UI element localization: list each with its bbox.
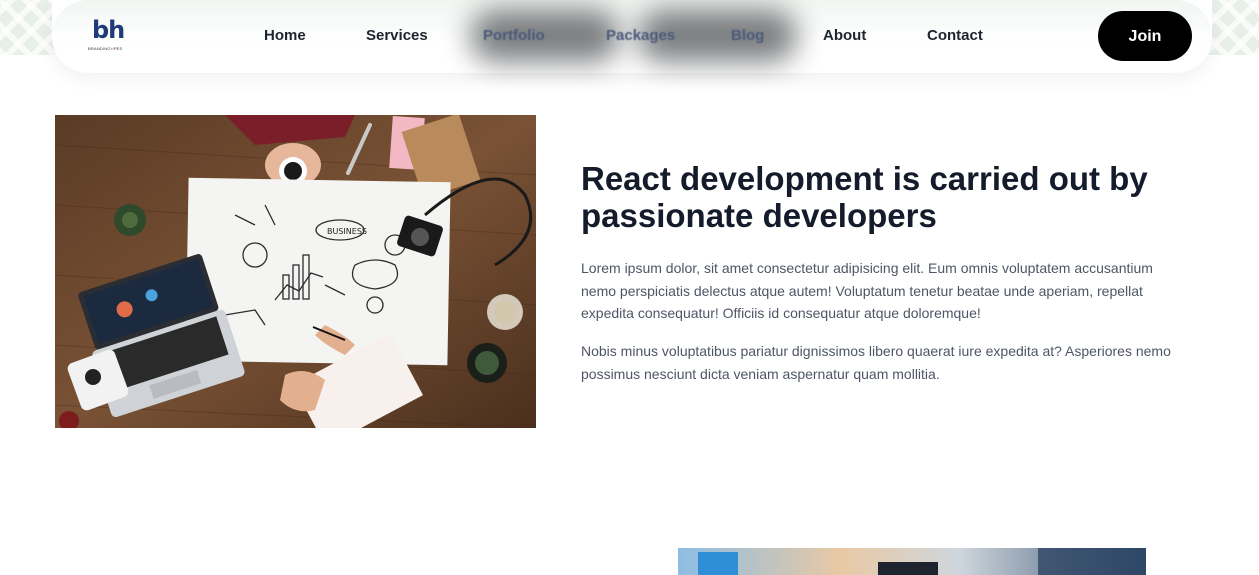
nav-link-home[interactable]: Home [264, 26, 306, 46]
hero-headline: React development is carried out by pass… [581, 160, 1148, 234]
logo-mark: bh [92, 16, 125, 44]
desk-illustration: BUSINESS [55, 115, 536, 428]
join-button[interactable]: Join [1098, 11, 1192, 61]
logo-subtitle: BRANDINGHPES [88, 46, 123, 51]
nav-link-portfolio[interactable]: Portfolio [483, 26, 545, 46]
hero-paragraph-2: Nobis minus voluptatibus pariatur dignis… [581, 343, 1171, 382]
hero-image: BUSINESS [55, 115, 536, 428]
second-image-art [698, 548, 1146, 575]
nav-link-services[interactable]: Services [366, 26, 428, 46]
page: bh BRANDINGHPES Home Services Portfolio … [0, 0, 1259, 575]
second-section-image [678, 548, 1146, 575]
nav-link-packages[interactable]: Packages [606, 26, 675, 46]
nav-link-blog[interactable]: Blog [731, 26, 764, 46]
nav-link-about[interactable]: About [823, 26, 866, 46]
logo[interactable]: bh BRANDINGHPES [88, 18, 132, 54]
sketch-text: BUSINESS [327, 227, 367, 236]
hero-paragraph-1: Lorem ipsum dolor, sit amet consectetur … [581, 260, 1153, 321]
nav-link-contact[interactable]: Contact [927, 26, 983, 46]
navbar: bh BRANDINGHPES Home Services Portfolio … [52, 0, 1212, 73]
